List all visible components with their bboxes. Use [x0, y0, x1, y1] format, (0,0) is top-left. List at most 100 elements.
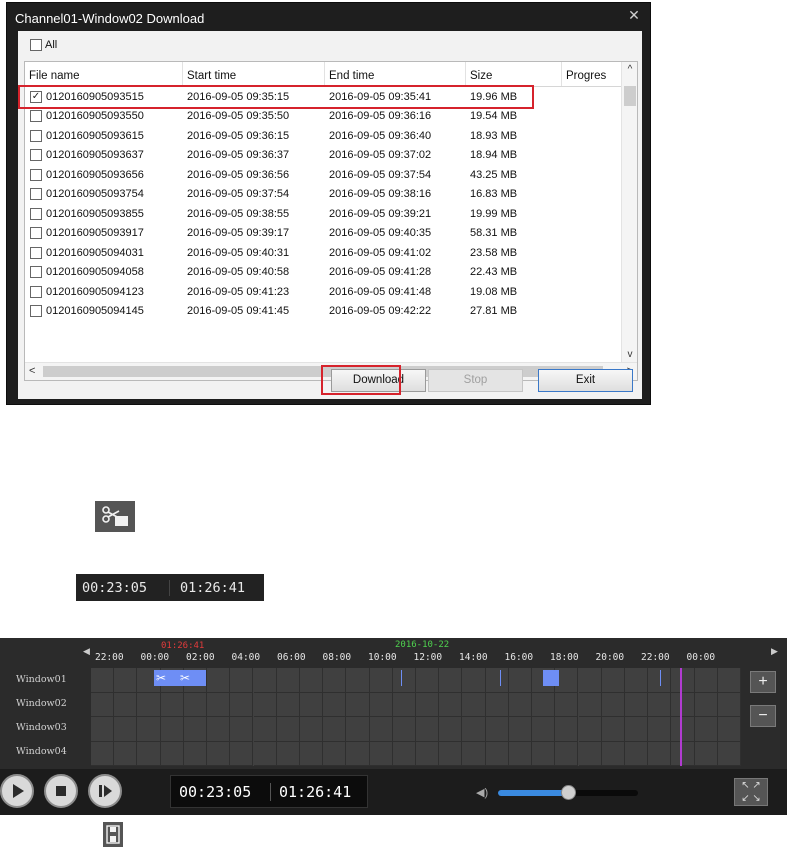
timeline-cell [276, 692, 300, 717]
select-all-checkbox[interactable] [30, 39, 42, 51]
size-cell: 18.93 MB [470, 129, 518, 142]
file-cell: 0120160905094058 [25, 266, 183, 279]
row-checkbox[interactable] [30, 305, 42, 318]
table-row[interactable]: 0120160905093656 2016-09-05 09:36:56 2016-… [25, 165, 637, 185]
step-frame-button[interactable] [88, 774, 122, 808]
row-checkbox[interactable] [30, 149, 42, 162]
column-start-time[interactable]: Start time [183, 62, 325, 86]
volume-knob[interactable] [561, 785, 576, 800]
timeline-cell [578, 668, 602, 693]
channel-label: Window03 [0, 716, 90, 740]
row-checkbox[interactable] [30, 266, 42, 279]
size-cell: 58.31 MB [470, 227, 518, 240]
save-icon[interactable] [103, 822, 123, 847]
timeline-cell [462, 668, 486, 693]
volume-level [498, 790, 568, 796]
stop-icon [56, 786, 66, 796]
stop-playback-button[interactable] [44, 774, 78, 808]
row-checkbox[interactable]: ✓ [30, 90, 42, 103]
row-checkbox[interactable] [30, 129, 42, 142]
scroll-down-icon[interactable]: v [622, 349, 637, 360]
speaker-icon[interactable]: ◀) [476, 786, 488, 799]
timeline-cell [624, 668, 649, 693]
table-row[interactable]: ✓ 0120160905093515 2016-09-05 09:35:15 2016… [25, 87, 637, 107]
timeline-cell [346, 692, 370, 717]
vertical-scrollbar[interactable]: ^ v [621, 62, 637, 362]
vertical-scroll-thumb[interactable] [624, 86, 636, 106]
play-button[interactable] [0, 774, 34, 808]
timeline-cell [485, 668, 509, 693]
row-checkbox[interactable] [30, 227, 42, 240]
column-end-time[interactable]: End time [325, 62, 466, 86]
scissors-clip-icon[interactable] [95, 501, 135, 532]
column-file-name[interactable]: File name [25, 62, 183, 86]
scroll-up-icon[interactable]: ^ [622, 64, 637, 75]
download-button[interactable]: Download [331, 369, 426, 392]
table-row[interactable]: 0120160905093917 2016-09-05 09:39:17 2016-… [25, 224, 637, 244]
volume-slider[interactable] [498, 785, 638, 800]
clip-start-icon[interactable]: ✂ [156, 672, 166, 684]
table-row[interactable]: 0120160905093550 2016-09-05 09:35:50 2016-… [25, 107, 637, 127]
row-checkbox[interactable] [30, 168, 42, 181]
timeline-cell [323, 741, 347, 766]
table-row[interactable]: 0120160905094123 2016-09-05 09:41:23 2016-… [25, 282, 637, 302]
zoom-out-button[interactable]: − [750, 705, 776, 727]
size-cell: 18.94 MB [470, 149, 518, 162]
table-row[interactable]: 0120160905094031 2016-09-05 09:40:31 2016-… [25, 243, 637, 263]
timeline-cell [601, 741, 625, 766]
row-checkbox[interactable] [30, 188, 42, 201]
column-size[interactable]: Size [466, 62, 562, 86]
end-cell: 2016-09-05 09:36:16 [329, 110, 432, 123]
table-row[interactable]: 0120160905093855 2016-09-05 09:38:55 2016-… [25, 204, 637, 224]
timeline-cell [485, 717, 509, 742]
file-cell: 0120160905093637 [25, 149, 183, 162]
timeline-cursor-time: 01:26:41 [161, 641, 205, 651]
column-progress[interactable]: Progres [562, 62, 622, 86]
fullscreen-icon[interactable]: ↖ ↗ ↙ ↘ [734, 778, 768, 806]
row-checkbox[interactable] [30, 110, 42, 123]
timeline-cell [555, 741, 579, 766]
timeline-cell [323, 717, 347, 742]
timeline-tick-label: 04:00 [231, 652, 261, 663]
download-dialog: Channel01-Window02 Download ✕ All File n… [6, 2, 651, 405]
table-row[interactable]: 0120160905093615 2016-09-05 09:36:15 2016-… [25, 126, 637, 146]
clip-end-icon[interactable]: ✂ [180, 672, 190, 684]
timeline-cell [114, 668, 138, 693]
timeline-cell [416, 692, 440, 717]
row-checkbox[interactable] [30, 285, 42, 298]
timeline-cell [416, 668, 440, 693]
table-row[interactable]: 0120160905094145 2016-09-05 09:41:45 2016-… [25, 302, 637, 322]
timeline-cell [253, 692, 277, 717]
scroll-left-icon[interactable]: < [29, 365, 35, 377]
start-cell: 2016-09-05 09:35:15 [187, 90, 290, 103]
exit-button[interactable]: Exit [538, 369, 633, 392]
timeline-cell [160, 692, 184, 717]
size-cell: 22.43 MB [470, 266, 518, 279]
row-checkbox[interactable] [30, 246, 42, 259]
row-checkbox[interactable] [30, 207, 42, 220]
timeline-cell [392, 717, 416, 742]
timeline-cell [439, 717, 463, 742]
select-all[interactable]: All [30, 39, 57, 51]
table-row[interactable]: 0120160905094058 2016-09-05 09:40:58 2016-… [25, 263, 637, 283]
playhead[interactable] [680, 668, 682, 766]
table-row[interactable]: 0120160905093754 2016-09-05 09:37:54 2016-… [25, 185, 637, 205]
timeline-right-icon[interactable]: ▶ [771, 646, 778, 657]
timeline-cell [624, 741, 649, 766]
timeline-cell [369, 717, 393, 742]
recording-segment[interactable] [543, 670, 559, 686]
start-cell: 2016-09-05 09:36:15 [187, 129, 290, 142]
size-cell: 27.81 MB [470, 305, 518, 318]
select-all-label: All [45, 39, 58, 51]
timeline-left-icon[interactable]: ◀ [83, 646, 90, 657]
file-rows: ✓ 0120160905093515 2016-09-05 09:35:15 2016… [25, 87, 637, 321]
end-cell: 2016-09-05 09:37:02 [329, 149, 432, 162]
timeline-cell [532, 717, 556, 742]
timeline-cell [578, 717, 602, 742]
close-icon[interactable]: ✕ [624, 7, 644, 23]
table-row[interactable]: 0120160905093637 2016-09-05 09:36:37 2016-… [25, 146, 637, 166]
zoom-in-button[interactable]: + [750, 671, 776, 693]
timeline-cell [183, 717, 208, 742]
timeline-cell [671, 668, 695, 693]
stop-button[interactable]: Stop [428, 369, 523, 392]
